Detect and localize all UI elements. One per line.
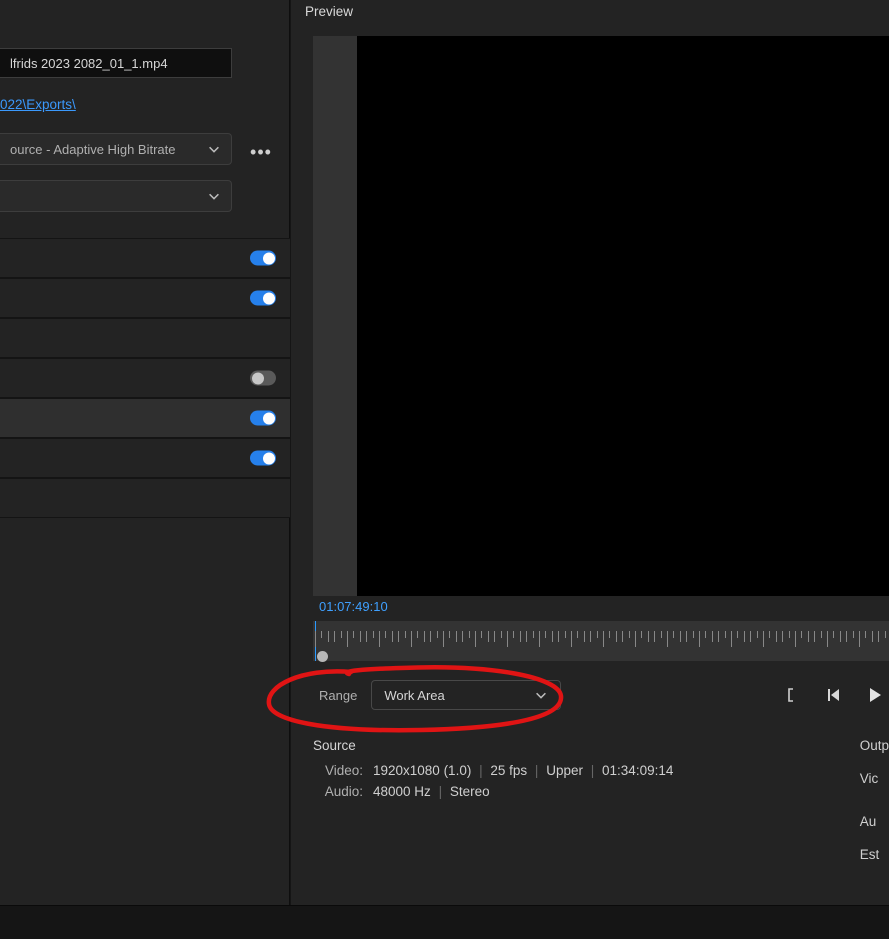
toggle-2[interactable] xyxy=(250,291,276,306)
output-path-link[interactable]: 022\Exports\ xyxy=(0,97,76,112)
source-video-line: Video: 1920x1080 (1.0) | 25 fps | Upper … xyxy=(313,763,889,778)
chevron-down-icon xyxy=(207,142,221,156)
range-value: Work Area xyxy=(384,688,534,703)
range-label: Range xyxy=(319,688,357,703)
more-icon: ••• xyxy=(250,142,272,163)
section-row-6[interactable] xyxy=(0,478,290,518)
bottom-bar xyxy=(0,905,889,939)
play-icon xyxy=(867,686,883,704)
video-field: Upper xyxy=(546,763,583,778)
output-estimate: Est xyxy=(860,847,889,862)
section-row-5[interactable] xyxy=(0,438,290,478)
range-dropdown[interactable]: Work Area xyxy=(371,680,561,710)
audio-ch: Stereo xyxy=(450,784,490,799)
set-in-point-button[interactable] xyxy=(777,681,805,709)
format-dropdown[interactable] xyxy=(0,180,232,212)
output-heading: Outp xyxy=(860,738,889,753)
toggle-1[interactable] xyxy=(250,251,276,266)
current-timecode[interactable]: 01:07:49:10 xyxy=(319,599,388,614)
preview-stage xyxy=(313,36,889,596)
video-fps: 25 fps xyxy=(490,763,527,778)
source-heading: Source xyxy=(313,738,889,753)
scrubber-handle[interactable] xyxy=(317,651,328,662)
section-row-3[interactable] xyxy=(0,358,290,398)
toggle-3[interactable] xyxy=(250,371,276,386)
playback-controls xyxy=(777,672,889,718)
output-info: Outp Vic Au Est xyxy=(860,738,889,880)
preset-more-button[interactable]: ••• xyxy=(246,137,276,167)
step-back-icon xyxy=(825,687,841,703)
audio-key: Audio: xyxy=(313,784,363,799)
output-audio: Au xyxy=(860,814,889,829)
toggle-5[interactable] xyxy=(250,451,276,466)
preview-panel: Preview 01:07:49:10 Range Work Area xyxy=(291,0,889,905)
source-info: Source Video: 1920x1080 (1.0) | 25 fps |… xyxy=(313,738,889,805)
chevron-down-icon xyxy=(207,189,221,203)
preset-dropdown[interactable]: ource - Adaptive High Bitrate xyxy=(0,133,232,165)
section-row-spacer[interactable] xyxy=(0,318,290,358)
play-button[interactable] xyxy=(861,681,889,709)
video-key: Video: xyxy=(313,763,363,778)
video-duration: 01:34:09:14 xyxy=(602,763,673,778)
preview-video-area[interactable] xyxy=(357,36,889,596)
preset-label: ource - Adaptive High Bitrate xyxy=(10,142,207,157)
toggle-4[interactable] xyxy=(250,411,276,426)
output-filename-value: lfrids 2023 2082_01_1.mp4 xyxy=(10,56,168,71)
timeline-ruler[interactable] xyxy=(313,621,889,661)
output-video: Vic xyxy=(860,771,889,786)
preview-heading: Preview xyxy=(305,4,353,19)
section-row-1[interactable] xyxy=(0,238,290,278)
range-playback-row: Range Work Area xyxy=(313,672,889,718)
ruler-ticks xyxy=(315,631,889,649)
audio-hz: 48000 Hz xyxy=(373,784,431,799)
section-row-4[interactable] xyxy=(0,398,290,438)
export-settings-panel: lfrids 2023 2082_01_1.mp4 022\Exports\ o… xyxy=(0,0,290,905)
output-filename-input[interactable]: lfrids 2023 2082_01_1.mp4 xyxy=(0,48,232,78)
video-res: 1920x1080 (1.0) xyxy=(373,763,471,778)
bracket-in-icon xyxy=(784,687,798,703)
section-row-2[interactable] xyxy=(0,278,290,318)
chevron-down-icon xyxy=(534,688,548,702)
source-audio-line: Audio: 48000 Hz | Stereo xyxy=(313,784,889,799)
step-back-button[interactable] xyxy=(819,681,847,709)
